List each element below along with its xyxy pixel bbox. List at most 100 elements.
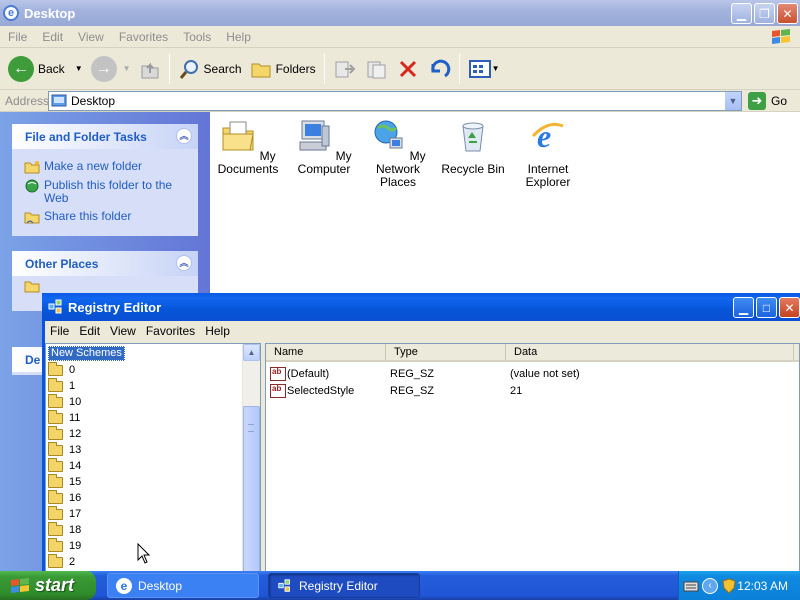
start-button[interactable]: start: [0, 571, 96, 600]
forward-arrow-icon: →: [90, 55, 117, 82]
menu-favorites[interactable]: Favorites: [119, 30, 168, 44]
tree-node-new-schemes[interactable]: New Schemes: [48, 346, 125, 361]
tree-scrollbar[interactable]: ▲: [242, 344, 260, 572]
windows-logo-icon: [772, 29, 790, 44]
other-places-title: Other Places: [25, 256, 99, 271]
reg-menu-help[interactable]: Help: [205, 324, 230, 338]
registry-title-bar[interactable]: Registry Editor ▁ □ ✕: [42, 293, 800, 321]
tree-node[interactable]: 14: [48, 457, 82, 474]
reg-menu-favorites[interactable]: Favorites: [146, 324, 195, 338]
tree-node[interactable]: 17: [48, 505, 82, 522]
task-publish-web[interactable]: Publish this folder to the Web: [12, 176, 198, 207]
tree-node[interactable]: 11: [48, 409, 80, 426]
column-header-name[interactable]: Name: [266, 344, 386, 360]
menu-tools[interactable]: Tools: [183, 30, 211, 44]
internet-explorer-icon: e: [531, 118, 564, 154]
folder-icon: [48, 409, 63, 424]
other-places-header[interactable]: Other Places ︽: [12, 251, 198, 276]
desktop-icon-my-computer[interactable]: My Computer: [284, 118, 364, 176]
back-dropdown-icon[interactable]: ▼: [75, 64, 83, 73]
mouse-cursor-icon: [137, 543, 151, 564]
collapse-chevron-icon[interactable]: ︽: [176, 255, 192, 271]
minimize-button[interactable]: ▁: [731, 3, 752, 24]
registry-close-button[interactable]: ✕: [779, 297, 800, 318]
views-button[interactable]: ▼: [464, 53, 504, 85]
tree-node[interactable]: 15: [48, 473, 81, 490]
column-header-data[interactable]: Data: [506, 344, 794, 360]
security-shield-icon[interactable]: [722, 577, 736, 594]
tree-node-label: 14: [69, 460, 82, 472]
taskbar-item-label: Registry Editor: [299, 578, 378, 593]
clock[interactable]: 12:03 AM: [737, 579, 788, 593]
tree-node-label: 17: [69, 508, 82, 520]
address-dropdown-icon[interactable]: ▼: [724, 92, 741, 110]
maximize-button[interactable]: ❐: [754, 3, 775, 24]
taskbar-item-registry-editor[interactable]: Registry Editor: [268, 573, 420, 598]
task-share-folder[interactable]: Share this folder: [12, 207, 198, 226]
folder-icon: [48, 505, 63, 520]
menu-file[interactable]: File: [8, 30, 27, 44]
desktop-folder-icon: [51, 94, 67, 107]
move-to-icon: [335, 61, 355, 77]
reg-menu-view[interactable]: View: [110, 324, 136, 338]
search-label: Search: [203, 61, 242, 76]
reg-menu-edit[interactable]: Edit: [79, 324, 100, 338]
address-input[interactable]: Desktop ▼: [48, 91, 742, 111]
registry-minimize-button[interactable]: ▁: [733, 297, 754, 318]
registry-tree[interactable]: New Schemes 0 1 10 11 12 13 14 15 16 17 …: [45, 343, 261, 573]
tree-node[interactable]: 19: [48, 537, 81, 554]
search-button[interactable]: Search: [174, 53, 246, 85]
registry-value-row[interactable]: ab (Default) REG_SZ (value not set): [270, 365, 580, 382]
explorer-title-bar[interactable]: e Desktop ▁ ❐ ✕: [0, 0, 800, 26]
go-button[interactable]: ➜ Go: [748, 92, 787, 110]
tree-node[interactable]: 12: [48, 425, 81, 442]
desktop-icon-internet-explorer[interactable]: e Internet Explorer: [508, 118, 588, 189]
tree-node[interactable]: 0: [48, 361, 75, 378]
folders-button[interactable]: Folders: [246, 53, 320, 85]
registry-maximize-button[interactable]: □: [756, 297, 777, 318]
value-name: SelectedStyle: [287, 384, 355, 397]
close-button[interactable]: ✕: [777, 3, 798, 24]
desktop-icon-recycle-bin[interactable]: Recycle Bin: [433, 118, 513, 176]
tree-node-label: 2: [69, 556, 76, 568]
forward-dropdown-icon[interactable]: ▼: [123, 64, 131, 73]
tree-node[interactable]: 16: [48, 489, 81, 506]
taskbar-item-desktop[interactable]: e Desktop: [107, 573, 259, 598]
value-type: REG_SZ: [390, 367, 435, 380]
tree-node[interactable]: 2: [48, 553, 76, 570]
copy-to-button[interactable]: [361, 53, 393, 85]
tray-expand-icon[interactable]: ‹: [702, 577, 718, 594]
back-button[interactable]: ← Back ▼: [4, 53, 87, 85]
tree-node[interactable]: 13: [48, 441, 81, 458]
menu-help[interactable]: Help: [226, 30, 251, 44]
collapse-chevron-icon[interactable]: ︽: [176, 128, 192, 144]
registry-value-row[interactable]: ab SelectedStyle REG_SZ 21: [270, 382, 522, 399]
move-to-button[interactable]: [329, 53, 361, 85]
delete-button[interactable]: [393, 53, 423, 85]
recycle-bin-icon: [462, 122, 484, 152]
file-folder-tasks-header[interactable]: File and Folder Tasks ︽: [12, 124, 198, 149]
keyboard-icon[interactable]: [683, 579, 699, 593]
desktop-icon-network-places[interactable]: My Network Places: [358, 118, 438, 189]
details-title: De: [25, 352, 41, 367]
column-header-type[interactable]: Type: [386, 344, 506, 360]
my-documents-icon: [222, 121, 254, 151]
menu-edit[interactable]: Edit: [42, 30, 63, 44]
views-icon: [468, 59, 491, 78]
tree-node[interactable]: 1: [48, 377, 75, 394]
reg-menu-file[interactable]: File: [50, 324, 69, 338]
up-folder-button[interactable]: [135, 53, 165, 85]
desktop-icon-my-documents[interactable]: My Documents: [208, 118, 288, 176]
forward-button[interactable]: → ▼: [87, 53, 135, 85]
tree-node[interactable]: 10: [48, 393, 81, 410]
menu-view[interactable]: View: [78, 30, 104, 44]
task-make-folder[interactable]: Make a new folder: [12, 157, 198, 176]
folder-icon: [48, 537, 63, 552]
scroll-up-arrow-icon[interactable]: ▲: [243, 344, 260, 361]
system-tray: ‹ 12:03 AM: [678, 571, 800, 600]
undo-button[interactable]: [423, 53, 455, 85]
folder-icon: [48, 473, 63, 488]
explorer-menu-bar: File Edit View Favorites Tools Help: [0, 26, 800, 48]
tree-node[interactable]: 18: [48, 521, 81, 538]
network-places-icon: [374, 120, 403, 149]
